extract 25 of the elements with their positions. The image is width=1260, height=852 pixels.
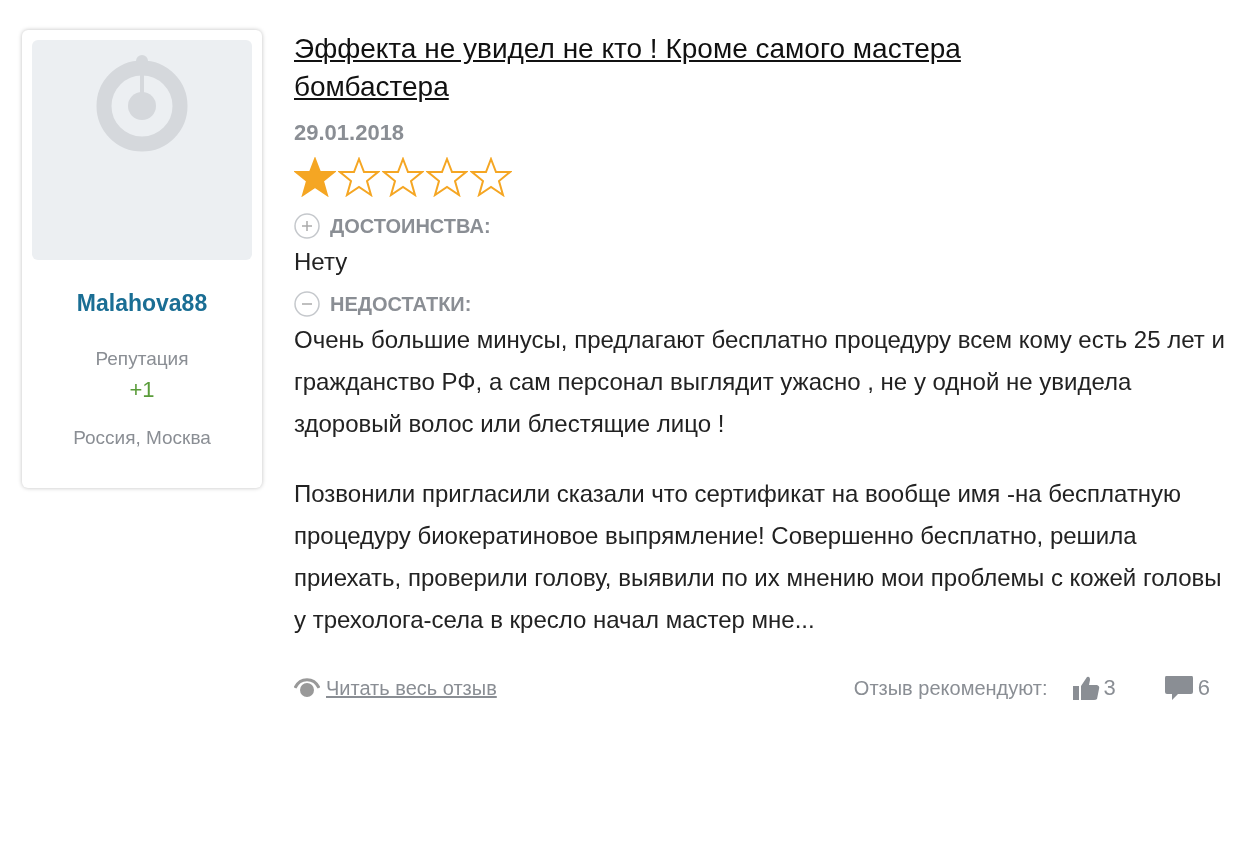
comments-count: 6 <box>1197 674 1210 702</box>
likes-count: 3 <box>1103 674 1116 702</box>
reputation-value: +1 <box>129 376 155 404</box>
cons-text: Позвонили пригласили сказали что сертификат на вообще имя -на бесплатную процедуру биокератиновое выпрямление! Совершенно бесплатно, решила приехать, проверили голову, выявили по их мнению мои проблемы с кожей головы у трехолога-села в кресло начал мастер мне... <box>294 479 1223 635</box>
pros-text: Нету <box>294 247 349 277</box>
filled-star-icon <box>294 157 336 197</box>
thumbs-up-icon <box>1071 674 1100 701</box>
empty-star-icon <box>382 157 424 197</box>
minus-icon <box>294 291 320 317</box>
eye-icon <box>294 676 320 699</box>
empty-star-icon <box>470 157 512 197</box>
cons-label: НЕДОСТАТКИ: <box>330 292 472 317</box>
pros-label: ДОСТОИНСТВА: <box>330 214 491 239</box>
read-full-review-link[interactable]: Читать весь отзыв <box>326 672 497 703</box>
author-location: Россия, Москва <box>73 426 211 450</box>
cons-text: Очень большие минусы, предлагают бесплатно процедуру всем кому есть 25 лет и гражданство РФ, а сам персонал выглядит ужасно , не у одной не увидела здоровый волос или блестящие лицо ! <box>294 325 1226 439</box>
empty-star-icon <box>426 157 468 197</box>
reputation-label: Репутация <box>95 346 189 371</box>
review-title-link[interactable]: Эффекта не увидел не кто ! Кроме самого мастера бомбастера <box>294 30 1074 106</box>
plus-icon <box>294 213 320 239</box>
author-name-link[interactable]: Malahova88 <box>76 286 208 321</box>
comment-icon <box>1163 674 1194 701</box>
empty-star-icon <box>338 157 380 197</box>
review-date: 29.01.2018 <box>294 119 405 147</box>
recommend-label: Отзыв рекомендуют: <box>853 675 1048 701</box>
